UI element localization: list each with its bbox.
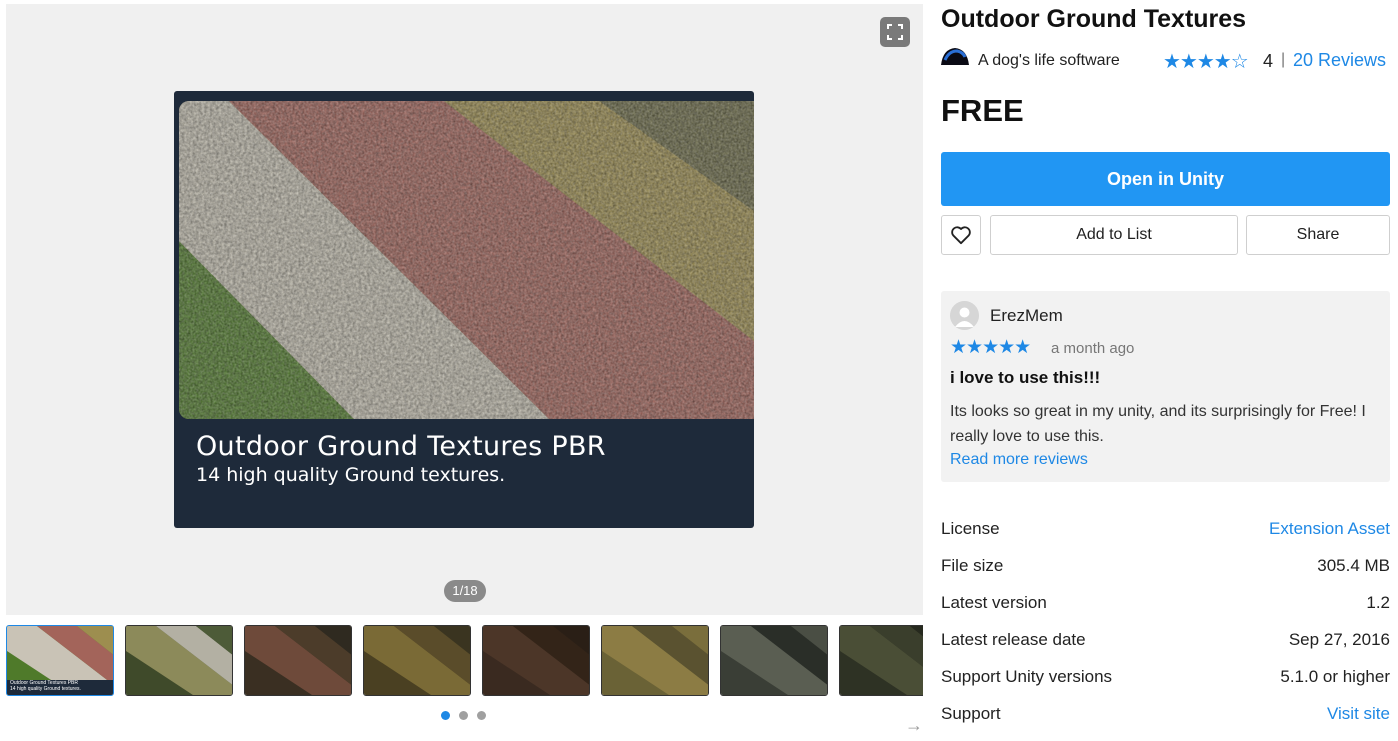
texture-preview: [179, 101, 754, 419]
info-row: File size 305.4 MB: [941, 556, 1390, 593]
gallery-thumbnail[interactable]: Outdoor Ground Textures PBR 14 high quali…: [6, 625, 114, 696]
info-value: 1.2: [1366, 593, 1390, 612]
heart-icon: [951, 226, 971, 245]
info-row: Latest release date Sep 27, 2016: [941, 630, 1390, 667]
review-card: ErezMem ★★★★★ a month ago i love to use …: [941, 291, 1390, 482]
info-row: Support Unity versions 5.1.0 or higher: [941, 667, 1390, 704]
info-row: License Extension Asset: [941, 519, 1390, 556]
info-label: Latest release date: [941, 630, 1086, 649]
publisher-logo-icon: [941, 48, 969, 65]
reviewer-name: ErezMem: [990, 306, 1063, 325]
gallery-thumbnail[interactable]: [363, 625, 471, 696]
gallery-thumbnail[interactable]: [244, 625, 352, 696]
publisher-link[interactable]: A dog's life software: [978, 52, 1120, 70]
gallery-thumbnail[interactable]: [482, 625, 590, 696]
preview-caption-subtitle: 14 high quality Ground textures.: [196, 464, 506, 486]
asset-info-table: License Extension Asset File size 305.4 MB L…: [941, 519, 1390, 741]
thumbnail-strip: Outdoor Ground Textures PBR 14 high quali…: [6, 625, 923, 697]
rating-separator: |: [1281, 51, 1286, 68]
open-in-unity-button[interactable]: Open in Unity: [941, 152, 1390, 206]
review-time: a month ago: [1051, 340, 1135, 357]
share-button[interactable]: Share: [1246, 215, 1390, 255]
info-value: Sep 27, 2016: [1288, 630, 1390, 649]
info-label: Support: [941, 704, 1001, 723]
favorite-button[interactable]: [941, 215, 981, 255]
carousel-dots: [441, 711, 486, 720]
preview-caption-title: Outdoor Ground Textures PBR: [196, 431, 606, 462]
product-title: Outdoor Ground Textures: [941, 5, 1247, 33]
fullscreen-icon: [887, 24, 903, 40]
review-title: i love to use this!!!: [950, 368, 1101, 387]
info-value-link[interactable]: Visit site: [1327, 704, 1390, 724]
carousel-dot[interactable]: [441, 711, 450, 720]
info-row: Support Visit site: [941, 704, 1390, 741]
thumbnail-caption-subtitle: 14 high quality Ground textures.: [10, 686, 81, 692]
arrow-right-icon[interactable]: →: [905, 715, 923, 736]
info-row: Latest version 1.2: [941, 593, 1390, 630]
info-label: Support Unity versions: [941, 667, 1113, 686]
user-avatar-icon: [950, 301, 979, 330]
image-counter: 1/18: [444, 580, 486, 602]
gallery-thumbnail[interactable]: [601, 625, 709, 696]
info-label: File size: [941, 556, 1004, 575]
info-value: 305.4 MB: [1317, 556, 1390, 575]
info-value-link[interactable]: Extension Asset: [1269, 519, 1390, 539]
review-stars-icon: ★★★★★: [950, 337, 1031, 358]
reviews-link[interactable]: 20 Reviews: [1293, 50, 1386, 71]
add-to-list-button[interactable]: Add to List: [990, 215, 1238, 255]
info-label: Latest version: [941, 593, 1047, 612]
gallery-thumbnail[interactable]: [720, 625, 828, 696]
reviewer-avatar: [950, 301, 979, 330]
read-more-reviews-link[interactable]: Read more reviews: [950, 451, 1088, 469]
info-label: License: [941, 519, 1000, 538]
thumbnail-caption: Outdoor Ground Textures PBR 14 high quali…: [10, 680, 81, 692]
gallery-thumbnail[interactable]: [125, 625, 233, 696]
info-value: 5.1.0 or higher: [1280, 667, 1390, 686]
publisher-row: A dog's life software ★★★★☆ 4 | 20 Revie…: [941, 47, 1391, 75]
gallery-thumbnail[interactable]: [839, 625, 923, 696]
image-gallery: Outdoor Ground Textures PBR 14 high qual…: [6, 4, 923, 615]
main-preview-image[interactable]: Outdoor Ground Textures PBR 14 high qual…: [174, 91, 754, 528]
review-body: Its looks so great in my unity, and its …: [950, 403, 1366, 445]
fullscreen-button[interactable]: [880, 17, 910, 47]
rating-stars-icon: ★★★★☆: [1163, 51, 1249, 73]
carousel-dot[interactable]: [477, 711, 486, 720]
carousel-dot[interactable]: [459, 711, 468, 720]
preview-caption: Outdoor Ground Textures PBR 14 high qual…: [196, 431, 606, 486]
price: FREE: [941, 93, 1024, 128]
rating-value: 4: [1263, 51, 1274, 71]
